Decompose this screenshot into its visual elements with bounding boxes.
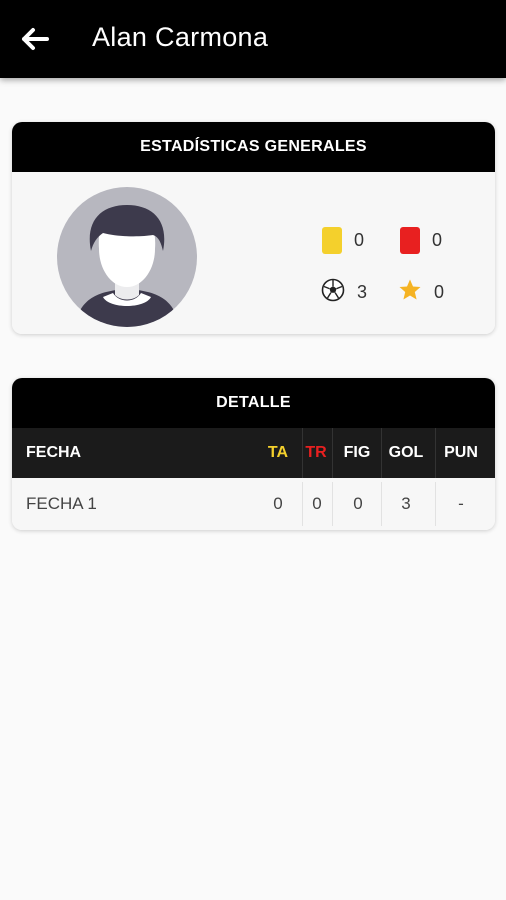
red-cards-value: 0 bbox=[432, 230, 443, 250]
cell-fig: 0 bbox=[353, 494, 363, 513]
goals-stat: 3 bbox=[321, 278, 367, 307]
row-divider bbox=[302, 482, 303, 526]
avatar bbox=[57, 187, 197, 327]
col-fig: FIG bbox=[343, 444, 371, 461]
row-divider bbox=[381, 482, 382, 526]
red-cards-stat: 0 bbox=[400, 227, 442, 254]
yellow-cards-value: 0 bbox=[354, 230, 365, 250]
soccer-ball-icon bbox=[321, 278, 345, 307]
col-tr: TR bbox=[305, 444, 327, 461]
yellow-card-icon bbox=[322, 227, 342, 254]
cell-tr: 0 bbox=[312, 494, 322, 513]
yellow-cards-stat: 0 bbox=[322, 227, 364, 254]
star-icon bbox=[398, 278, 422, 307]
col-fecha: FECHA bbox=[26, 444, 82, 461]
page-title: Alan Carmona bbox=[92, 22, 269, 52]
app-bar: Alan Carmona bbox=[0, 0, 506, 78]
table-row[interactable]: FECHA 1 0 0 0 3 - bbox=[12, 478, 495, 530]
table-header: FECHA TA TR FIG GOL PUN bbox=[12, 428, 495, 478]
back-arrow-icon[interactable] bbox=[20, 24, 50, 54]
general-stats-title: ESTADÍSTICAS GENERALES bbox=[12, 122, 495, 172]
row-divider bbox=[332, 482, 333, 526]
detail-title: DETALLE bbox=[12, 378, 495, 428]
col-ta: TA bbox=[267, 444, 289, 461]
cell-fecha: FECHA 1 bbox=[26, 494, 97, 513]
cell-gol: 3 bbox=[401, 494, 411, 513]
column-divider bbox=[435, 428, 436, 478]
general-stats-body: 0 0 3 0 bbox=[12, 172, 495, 334]
col-pun: PUN bbox=[444, 444, 478, 461]
cell-pun: - bbox=[458, 494, 464, 513]
detail-card: DETALLE FECHA TA TR FIG GOL PUN FECHA 1 … bbox=[12, 378, 495, 530]
stars-stat: 0 bbox=[398, 278, 444, 307]
general-stats-card: ESTADÍSTICAS GENERALES 0 0 3 0 bbox=[12, 122, 495, 334]
column-divider bbox=[381, 428, 382, 478]
column-divider bbox=[332, 428, 333, 478]
stars-value: 0 bbox=[434, 282, 445, 302]
row-divider bbox=[435, 482, 436, 526]
goals-value: 3 bbox=[357, 282, 368, 302]
red-card-icon bbox=[400, 227, 420, 254]
cell-ta: 0 bbox=[273, 494, 283, 513]
col-gol: GOL bbox=[388, 444, 424, 461]
